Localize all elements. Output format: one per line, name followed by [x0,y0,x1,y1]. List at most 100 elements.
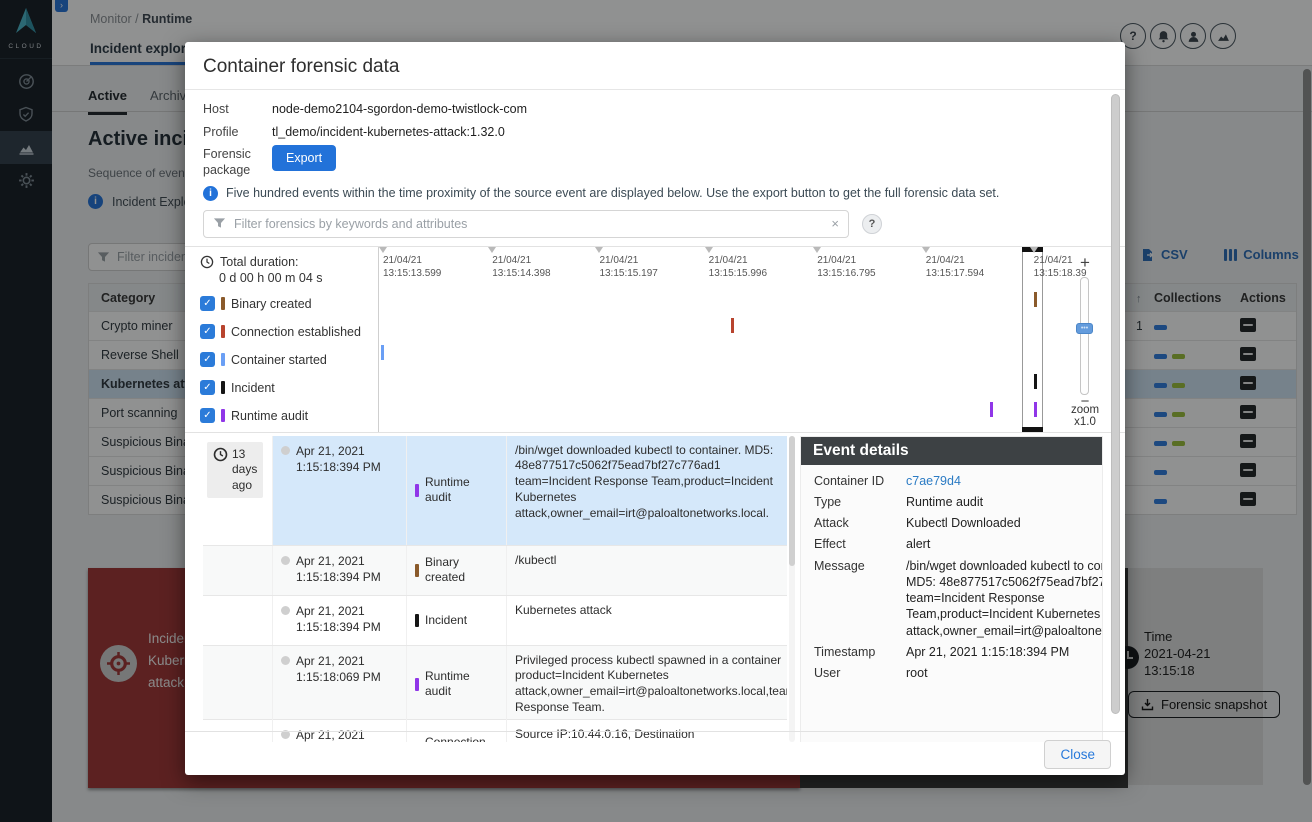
event-message-cell: /bin/wget downloaded kubectl to containe… [507,436,787,545]
event-date: Apr 21, 2021 [296,553,381,569]
checkbox-checked-icon[interactable]: ✓ [200,352,215,367]
tick-date: 21/04/21 [383,254,463,267]
filter-help-button[interactable]: ? [862,214,882,234]
close-button[interactable]: Close [1044,740,1111,769]
event-details-title: Event details [801,437,1102,465]
clock-icon [213,447,228,462]
legend-item-incident[interactable]: ✓ Incident [200,379,378,397]
event-type-cell: Runtime audit [407,436,507,545]
host-label: Host [203,102,272,118]
forensic-modal: Container forensic data Host node-demo21… [185,42,1125,775]
modal-title: Container forensic data [203,56,1107,78]
legend-item-runtime_audit[interactable]: ✓Runtime audit [200,407,378,425]
timeline-legend: Total duration: 0 d 00 h 00 m 04 s ✓Bina… [200,247,378,432]
detail-label: Effect [814,536,906,552]
timeline-marker-incident [1034,374,1037,389]
event-details-panel: Event details Container IDc7ae79d4 TypeRu… [800,436,1103,742]
event-message-cell: /kubectl [507,546,787,595]
event-list: 13daysagoApr 21, 20211:15:18:394 PMRunti… [203,436,787,742]
checkbox-checked-icon[interactable]: ✓ [200,408,215,423]
checkbox-checked-icon[interactable]: ✓ [200,296,215,311]
modal-info-line: i Five hundred events within the time pr… [203,186,1107,201]
forensic-package-row: Forensic package Export [203,147,1107,178]
tick-label: 21/04/2113:15:17.594 [926,254,1006,280]
legend-label: Connection established [231,325,361,339]
detail-value: Kubectl Downloaded [906,515,1021,531]
event-date-cell: Apr 21, 20211:15:18:394 PM [273,596,407,645]
event-age-cell [203,596,273,645]
detail-row: Userroot [814,665,1089,681]
event-type-cell: Binary created [407,546,507,595]
modal-info-text: Five hundred events within the time prox… [226,186,999,200]
detail-row: Message/bin/wget downloaded kubectl to c… [814,558,1089,639]
funnel-icon [213,217,226,230]
detail-row: AttackKubectl Downloaded [814,515,1089,531]
connection_established-color-chip [221,325,225,338]
legend-item-container_started[interactable]: ✓ Container started [200,351,378,369]
tick-time: 13:15:16.795 [817,267,897,280]
tick-time: 13:15:17.594 [926,267,1006,280]
total-duration-row: Total duration: [200,255,378,269]
legend-label: Container started [231,353,327,367]
forensics-filter[interactable]: × [203,210,849,238]
legend-label: Incident [231,381,275,395]
detail-row: Container IDc7ae79d4 [814,473,1089,489]
zoom-slider-handle[interactable]: ••• [1076,323,1093,334]
forensics-filter-input[interactable] [234,217,823,231]
event-dot-icon [281,446,290,455]
package-label-line2: package [203,163,250,177]
zoom-slider-track[interactable] [1080,277,1089,395]
tick-date: 21/04/21 [817,254,897,267]
event-date-cell: Apr 21, 20211:15:18:394 PM [273,546,407,595]
detail-value: root [906,665,928,681]
time-ago-line: ago [232,478,257,494]
tick-label: 21/04/2113:15:16.795 [817,254,897,280]
runtime_audit-color-chip [415,678,419,691]
detail-label: Message [814,558,906,639]
event-datetime: Apr 21, 20211:15:18:394 PM [296,553,381,585]
runtime_audit-color-chip [415,484,419,497]
tick-label: 21/04/2113:15:13.599 [383,254,463,280]
legend-label: Binary created [231,297,312,311]
container_started-color-chip [221,353,225,366]
checkbox-checked-icon[interactable]: ✓ [200,380,215,395]
export-button[interactable]: Export [272,145,336,171]
incident-color-chip [221,381,225,394]
tick-marker-icon [488,247,496,253]
event-row[interactable]: 13daysagoApr 21, 20211:15:18:394 PMRunti… [203,436,787,546]
event-list-scrollbar[interactable] [789,436,795,742]
event-age-cell [203,646,273,723]
modal-header: Container forensic data [185,42,1125,90]
event-row[interactable]: Apr 21, 20211:15:18:069 PMRuntime auditP… [203,646,787,720]
time-ago-line: 13 [232,447,257,463]
event-type-cell: Runtime audit [407,646,507,723]
detail-label: Type [814,494,906,510]
forensics-filter-row: × ? [203,210,1107,238]
event-message-cell: Kubernetes attack [507,596,787,645]
event-row[interactable]: Apr 21, 20211:15:18:394 PMIncidentKubern… [203,596,787,646]
timeline-marker-runtime_audit [1034,402,1037,417]
binary_created-color-chip [221,297,225,310]
event-datetime: Apr 21, 20211:15:18:069 PM [296,653,381,685]
detail-row: Effectalert [814,536,1089,552]
legend-item-binary_created[interactable]: ✓ Binary created [200,295,378,313]
modal-scrollbar[interactable] [1111,94,1120,714]
event-row[interactable]: Apr 21, 20211:15:18:394 PM Binary created… [203,546,787,596]
total-duration-label: Total duration: [220,255,299,269]
checkbox-checked-icon[interactable]: ✓ [200,324,215,339]
time-ago-line: days [232,462,257,478]
binary_created-color-chip [415,564,419,577]
tick-date: 21/04/21 [926,254,1006,267]
event-time: 1:15:18:394 PM [296,459,381,475]
time-ago-badge: 13daysago [207,442,263,499]
container-id-link[interactable]: c7ae79d4 [906,473,961,489]
detail-label: Attack [814,515,906,531]
detail-value: Runtime audit [906,494,983,510]
detail-value: /bin/wget downloaded kubectl to containe… [906,558,1103,639]
forensic-package-label: Forensic package [203,147,272,178]
clear-filter-icon[interactable]: × [831,216,839,231]
event-dot-icon [281,656,290,665]
incident-color-chip [415,614,419,627]
legend-item-connection_established[interactable]: ✓ Connection established [200,323,378,341]
detail-label: Timestamp [814,644,906,660]
